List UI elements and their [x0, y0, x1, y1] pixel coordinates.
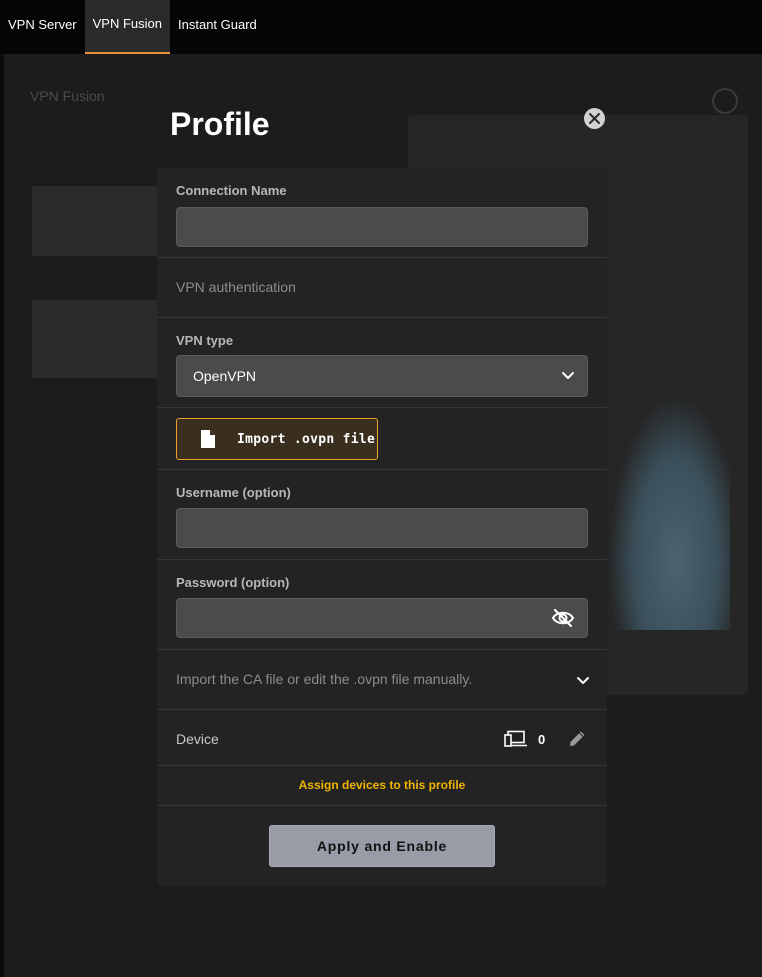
ca-file-label: Import the CA file or edit the .ovpn fil…	[176, 671, 473, 687]
file-icon	[201, 430, 215, 448]
background-settings-icon	[712, 88, 738, 114]
vpn-type-value: OpenVPN	[193, 368, 257, 384]
device-section: Device 0	[157, 710, 607, 766]
background-illustration	[610, 400, 730, 630]
close-icon	[589, 113, 600, 124]
background-page-title: VPN Fusion	[30, 88, 105, 104]
modal-title: Profile	[170, 106, 270, 142]
vpn-type-section: VPN type OpenVPN	[157, 318, 607, 408]
devices-icon	[504, 730, 527, 747]
assign-section: Assign devices to this profile	[157, 766, 607, 806]
password-section: Password (option)	[157, 560, 607, 650]
chevron-down-icon	[562, 372, 574, 379]
close-button[interactable]	[584, 108, 605, 129]
password-label: Password (option)	[176, 575, 290, 590]
import-ovpn-label: Import .ovpn file	[237, 432, 376, 447]
vpn-authentication-section: VPN authentication	[157, 258, 607, 318]
tab-instant-guard[interactable]: Instant Guard	[170, 0, 265, 54]
username-input[interactable]	[176, 508, 588, 548]
tab-vpn-fusion[interactable]: VPN Fusion	[84, 0, 171, 54]
device-label: Device	[176, 731, 219, 747]
eye-off-icon[interactable]	[551, 608, 575, 628]
import-section: Import .ovpn file	[157, 408, 607, 470]
vpn-type-select[interactable]: OpenVPN	[176, 355, 588, 397]
ca-file-section[interactable]: Import the CA file or edit the .ovpn fil…	[157, 650, 607, 710]
username-section: Username (option)	[157, 470, 607, 560]
profile-panel: Connection Name VPN authentication VPN t…	[157, 168, 607, 886]
password-input[interactable]	[176, 598, 588, 638]
vpn-authentication-label: VPN authentication	[176, 279, 296, 295]
connection-name-input[interactable]	[176, 207, 588, 247]
apply-enable-button[interactable]: Apply and Enable	[269, 825, 495, 867]
device-count: 0	[538, 732, 546, 747]
tab-vpn-server[interactable]: VPN Server	[0, 0, 85, 54]
username-label: Username (option)	[176, 485, 291, 500]
chevron-down-icon	[577, 677, 589, 684]
background-edge	[0, 54, 4, 977]
background-card	[32, 300, 162, 378]
background-card	[32, 186, 162, 256]
connection-name-section: Connection Name	[157, 168, 607, 258]
vpn-type-label: VPN type	[176, 333, 234, 348]
assign-devices-link[interactable]: Assign devices to this profile	[157, 778, 607, 792]
connection-name-label: Connection Name	[176, 183, 287, 198]
top-nav: VPN Server VPN Fusion Instant Guard	[0, 0, 762, 54]
pencil-icon[interactable]	[567, 729, 587, 749]
import-ovpn-button[interactable]: Import .ovpn file	[176, 418, 378, 460]
